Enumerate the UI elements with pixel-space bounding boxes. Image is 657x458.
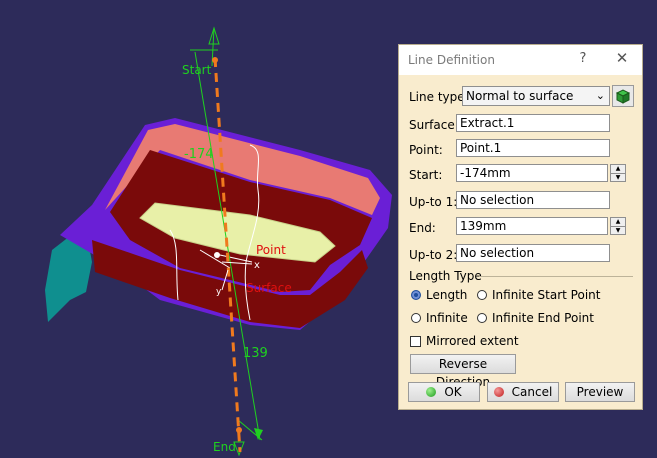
chevron-down-icon: ⌄	[595, 89, 605, 102]
line-type-select[interactable]: Normal to surface ⌄	[462, 86, 610, 106]
start-field[interactable]: -174mm	[456, 164, 608, 182]
ok-label: OK	[444, 385, 462, 399]
surface-field[interactable]: Extract.1	[456, 114, 610, 132]
end-dimension: 139	[243, 346, 268, 361]
dialog-title: Line Definition	[408, 53, 495, 67]
dialog-titlebar[interactable]: Line Definition ? ✕	[399, 45, 642, 75]
start-label: Start:	[409, 168, 443, 182]
cancel-icon	[493, 387, 504, 397]
surface-label: Surface:	[409, 118, 459, 132]
start-label: Start	[182, 63, 212, 77]
spin-up-icon[interactable]: ▲	[611, 165, 625, 174]
line-type-icon-button[interactable]	[612, 85, 634, 107]
help-button[interactable]: ?	[575, 51, 591, 66]
cancel-label: Cancel	[511, 385, 553, 399]
end-label: End	[213, 440, 236, 454]
end-point-marker	[236, 427, 242, 433]
end-spinner[interactable]: ▲ ▼	[610, 217, 626, 235]
mirrored-extent-checkbox[interactable]	[410, 336, 421, 347]
line-definition-dialog: Line Definition ? ✕ Line type : Normal t…	[398, 44, 643, 410]
spin-up-icon[interactable]: ▲	[611, 218, 625, 227]
upto1-label: Up-to 1:	[409, 195, 458, 209]
length-radio[interactable]	[411, 290, 421, 300]
axis-y-label: y	[216, 287, 222, 297]
ok-button[interactable]: OK	[408, 382, 480, 402]
infinite-end-radio[interactable]	[477, 313, 487, 323]
point-marker	[214, 252, 220, 258]
start-spinner[interactable]: ▲ ▼	[610, 164, 626, 182]
length-option-label: Length	[426, 288, 468, 302]
preview-button[interactable]: Preview	[565, 382, 635, 402]
cube-icon	[615, 89, 631, 104]
end-label: End:	[409, 221, 436, 235]
surface-label: Surface	[246, 281, 292, 295]
upto1-field[interactable]: No selection	[456, 191, 610, 209]
infinite-start-radio[interactable]	[477, 290, 487, 300]
reverse-direction-button[interactable]: Reverse Direction	[410, 354, 516, 389]
point-label: Point:	[409, 143, 443, 157]
start-point-marker	[212, 57, 218, 63]
axis-x-label: x	[254, 260, 260, 271]
end-field[interactable]: 139mm	[456, 217, 608, 235]
length-type-label: Length Type	[409, 269, 482, 283]
upto2-label: Up-to 2:	[409, 248, 458, 262]
mirrored-extent-label: Mirrored extent	[426, 334, 519, 348]
spin-down-icon[interactable]: ▼	[611, 174, 625, 182]
infinite-end-label: Infinite End Point	[492, 311, 594, 325]
start-dimension: -174	[184, 147, 214, 162]
upto2-field[interactable]: No selection	[456, 244, 610, 262]
spin-down-icon[interactable]: ▼	[611, 227, 625, 235]
infinite-start-label: Infinite Start Point	[492, 288, 601, 302]
point-field[interactable]: Point.1	[456, 139, 610, 157]
ok-icon	[426, 387, 437, 397]
line-type-value: Normal to surface	[466, 89, 574, 103]
group-separator	[479, 276, 633, 277]
point-label: Point	[256, 243, 286, 257]
cancel-button[interactable]: Cancel	[487, 382, 559, 402]
infinite-option-label: Infinite	[426, 311, 468, 325]
close-button[interactable]: ✕	[613, 49, 631, 67]
infinite-radio[interactable]	[411, 313, 421, 323]
